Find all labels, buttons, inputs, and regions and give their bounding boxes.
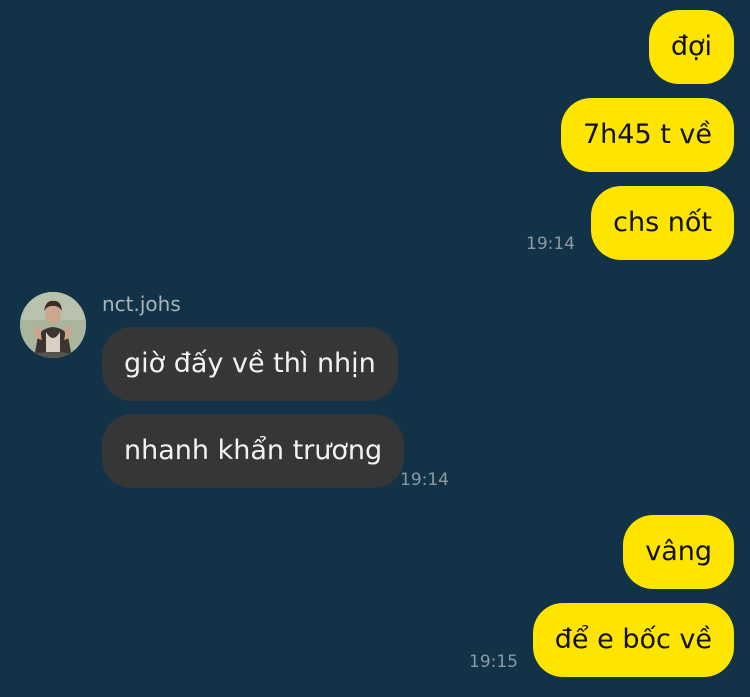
message-timestamp: 19:14 bbox=[400, 470, 449, 490]
avatar-photo-icon bbox=[20, 292, 86, 358]
outgoing-message[interactable]: chs nốt bbox=[591, 186, 734, 260]
message-text: giờ đấy về thì nhịn bbox=[124, 348, 376, 379]
incoming-message[interactable]: nhanh khẩn trương bbox=[102, 414, 405, 488]
message-timestamp: 19:15 bbox=[469, 652, 518, 672]
message-timestamp: 19:14 bbox=[526, 234, 575, 254]
message-text: chs nốt bbox=[613, 207, 712, 238]
outgoing-message[interactable]: để e bốc về bbox=[532, 603, 734, 677]
message-text: để e bốc về bbox=[554, 624, 712, 655]
message-text: 7h45 t về bbox=[583, 119, 712, 150]
sender-name[interactable]: nct.johs bbox=[102, 292, 181, 316]
incoming-message[interactable]: giờ đấy về thì nhịn bbox=[102, 327, 398, 401]
message-text: đợi bbox=[670, 31, 712, 62]
outgoing-message[interactable]: đợi bbox=[648, 10, 734, 84]
message-text: nhanh khẩn trương bbox=[124, 435, 383, 466]
outgoing-message[interactable]: 7h45 t về bbox=[561, 98, 734, 172]
sender-avatar[interactable] bbox=[20, 292, 86, 358]
message-text: vâng bbox=[645, 536, 712, 567]
outgoing-message[interactable]: vâng bbox=[623, 515, 734, 589]
